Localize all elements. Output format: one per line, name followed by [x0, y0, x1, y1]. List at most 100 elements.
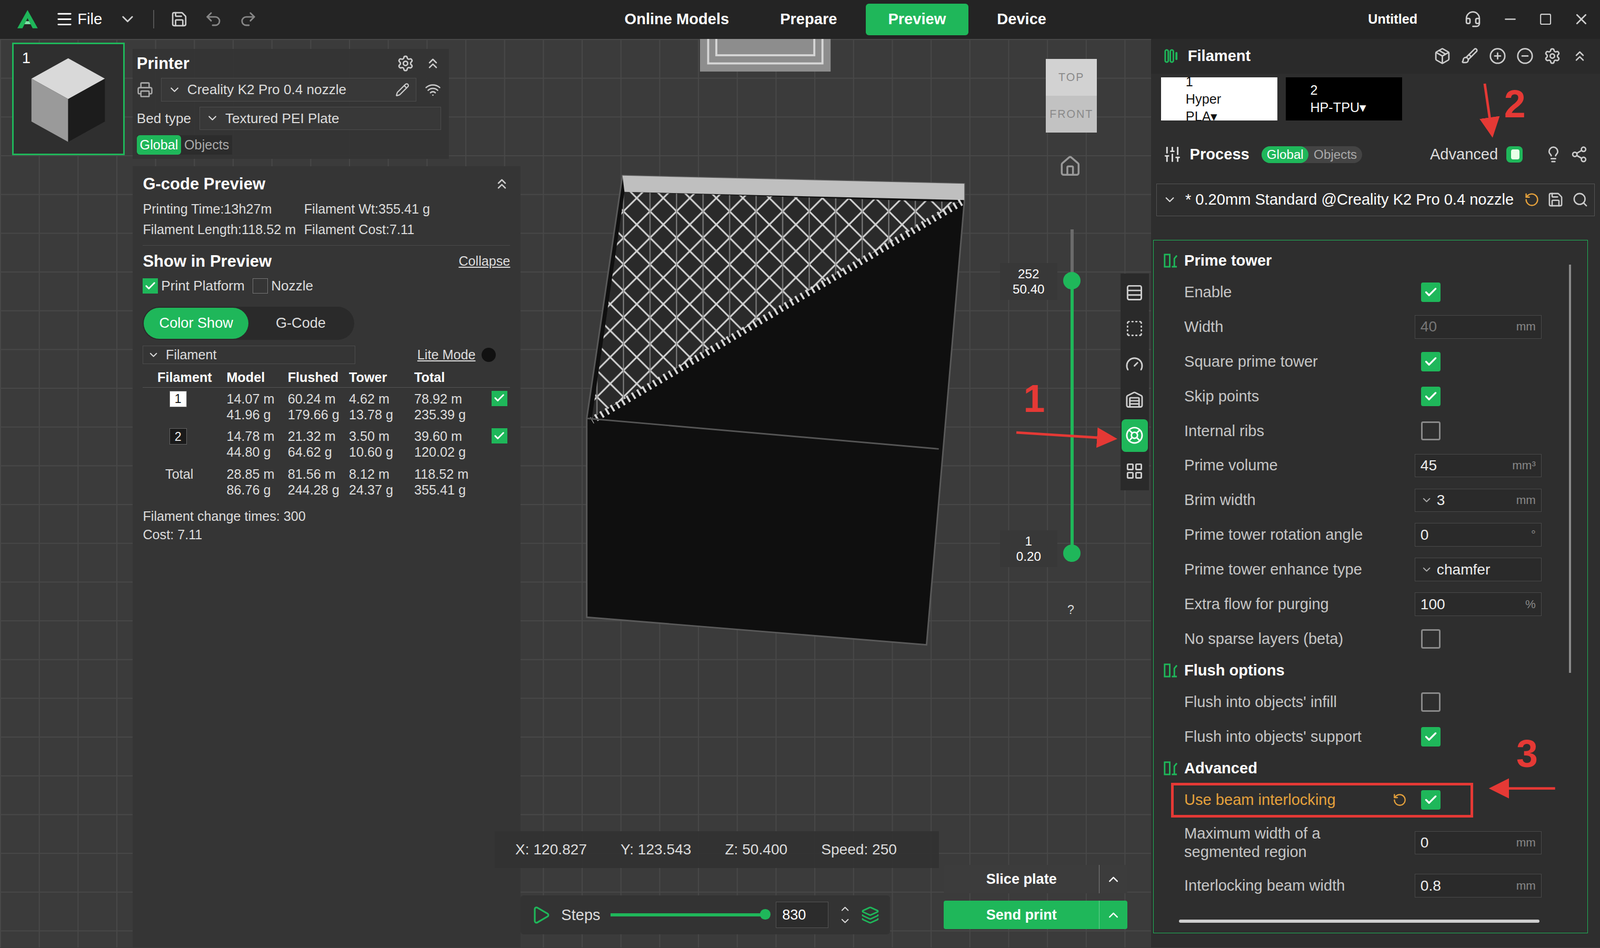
setting-checkbox[interactable]: [1421, 421, 1441, 442]
check-icon: [1423, 793, 1438, 808]
lightbulb-icon[interactable]: [1544, 145, 1563, 164]
bed-type-select[interactable]: Textured PEI Plate: [199, 106, 442, 131]
save-icon[interactable]: [1547, 191, 1564, 208]
gear-icon[interactable]: [1543, 47, 1562, 65]
setting-checkbox[interactable]: [1421, 352, 1441, 372]
filament-chip[interactable]: 1Hyper PLA▾: [1161, 77, 1278, 120]
setting-input[interactable]: 0°: [1414, 523, 1542, 547]
view-tab[interactable]: G-Code: [248, 307, 354, 339]
collapse-icon[interactable]: [1571, 47, 1588, 65]
setting-checkbox[interactable]: [1421, 282, 1441, 303]
setting-input[interactable]: 0.8mm: [1414, 874, 1542, 898]
settings-section: Flush optionsFlush into objects' infillF…: [1153, 656, 1588, 755]
setting-select[interactable]: chamfer: [1414, 557, 1542, 582]
side-tool[interactable]: [1121, 455, 1148, 488]
side-tool[interactable]: [1121, 347, 1148, 381]
save-button[interactable]: [170, 10, 188, 28]
lower-handle[interactable]: [1063, 544, 1081, 563]
horizontal-scrollbar[interactable]: [1178, 920, 1539, 924]
layers-icon[interactable]: [861, 906, 880, 925]
redo-button[interactable]: [238, 10, 258, 29]
help-mark[interactable]: ?: [1067, 603, 1075, 618]
remove-icon[interactable]: [1516, 47, 1534, 65]
show-option[interactable]: Nozzle: [252, 277, 314, 295]
setting-input: 40mm: [1414, 315, 1542, 339]
filament-box-icon[interactable]: [1433, 47, 1452, 65]
side-tool[interactable]: [1121, 276, 1148, 309]
support-button[interactable]: [1464, 10, 1482, 28]
show-option[interactable]: Print Platform: [142, 277, 245, 295]
main-tab[interactable]: Online Models: [602, 3, 752, 36]
reset-icon[interactable]: [1524, 192, 1540, 208]
setting-checkbox[interactable]: [1421, 727, 1441, 747]
side-tool[interactable]: [1121, 312, 1148, 345]
main-tab[interactable]: Device: [974, 3, 1069, 36]
step-down-icon[interactable]: [838, 915, 852, 928]
side-tool[interactable]: [1121, 383, 1148, 417]
share-icon[interactable]: [1570, 145, 1588, 164]
steps-slider[interactable]: [610, 913, 766, 917]
collapse-icon[interactable]: [424, 55, 442, 72]
step-up-icon[interactable]: [838, 903, 852, 916]
setting-input[interactable]: 0mm: [1414, 831, 1542, 856]
preset-select[interactable]: * 0.20mm Standard @Creality K2 Pro 0.4 n…: [1156, 183, 1596, 217]
send-print-button[interactable]: Send print: [943, 901, 1128, 930]
row-visible-checkbox[interactable]: [491, 428, 507, 444]
setting-checkbox[interactable]: [1421, 692, 1441, 713]
advanced-switch[interactable]: [1506, 146, 1523, 163]
brush-icon[interactable]: [1461, 47, 1479, 65]
collapse-icon[interactable]: [493, 175, 510, 193]
check-icon: [1423, 354, 1438, 369]
edit-icon[interactable]: [395, 82, 410, 97]
model-thumbnail-icon: [27, 54, 109, 145]
view-cube[interactable]: TOPFRONT: [1045, 58, 1097, 133]
more-button[interactable]: [118, 10, 137, 29]
scope-option[interactable]: Global: [136, 135, 182, 155]
filament-chip[interactable]: 2HP-TPU▾: [1285, 77, 1403, 120]
undo-button[interactable]: [204, 10, 223, 29]
view-tab[interactable]: Color Show: [143, 307, 249, 339]
section-header: Prime tower: [1153, 246, 1588, 275]
group-select[interactable]: Filament: [142, 345, 355, 365]
viewport[interactable]: 1PrinterCreality K2 Pro 0.4 nozzleBed ty…: [0, 38, 1152, 948]
close-button[interactable]: [1572, 10, 1590, 28]
gcode-preview-panel: G-code PreviewPrinting Time:13h27mFilame…: [132, 166, 521, 948]
setting-checkbox[interactable]: [1421, 629, 1441, 649]
scope-option[interactable]: Global: [1261, 146, 1309, 164]
setting-checkbox[interactable]: [1421, 790, 1441, 810]
wifi-icon[interactable]: [424, 81, 442, 98]
steps-bar: Steps830: [520, 895, 890, 935]
gear-icon[interactable]: [396, 54, 415, 73]
steps-input[interactable]: 830: [775, 902, 829, 929]
row-visible-checkbox[interactable]: [491, 391, 507, 407]
setting-input[interactable]: 45mm³: [1414, 454, 1542, 478]
setting-select[interactable]: 3mm: [1414, 488, 1542, 513]
collapse-link[interactable]: Collapse: [458, 253, 510, 269]
maximize-button[interactable]: [1538, 12, 1553, 26]
upper-handle[interactable]: [1063, 272, 1081, 290]
play-icon[interactable]: [530, 905, 552, 926]
printer-select[interactable]: Creality K2 Pro 0.4 nozzle: [161, 77, 417, 102]
search-icon[interactable]: [1572, 191, 1589, 208]
file-menu[interactable]: File: [55, 10, 103, 29]
setting-label: Flush into objects' support: [1184, 727, 1407, 747]
setting-input[interactable]: 100%: [1414, 592, 1542, 617]
coordinate-bar: X: 120.827Y: 123.543Z: 50.400Speed: 250: [494, 831, 939, 869]
home-icon[interactable]: [1058, 155, 1082, 178]
setting-checkbox[interactable]: [1421, 386, 1441, 407]
main-tab[interactable]: Prepare: [757, 3, 860, 36]
reset-icon[interactable]: [1392, 793, 1407, 808]
scope-option[interactable]: Objects: [1308, 146, 1362, 164]
vertical-scrollbar[interactable]: [1568, 264, 1572, 674]
scope-option[interactable]: Objects: [181, 135, 233, 155]
setting-row: No sparse layers (beta): [1153, 622, 1588, 657]
plate-thumbnail[interactable]: 1: [12, 42, 125, 155]
side-tool[interactable]: [1121, 419, 1148, 453]
slice-button[interactable]: Slice plate: [943, 865, 1128, 894]
main-tab[interactable]: Preview: [865, 3, 969, 36]
add-icon[interactable]: [1488, 47, 1507, 65]
lite-mode-toggle[interactable]: [481, 347, 496, 363]
minimize-button[interactable]: [1502, 11, 1519, 28]
setting-row: Extra flow for purging100%: [1153, 587, 1588, 623]
layer-slider[interactable]: [1070, 229, 1074, 555]
